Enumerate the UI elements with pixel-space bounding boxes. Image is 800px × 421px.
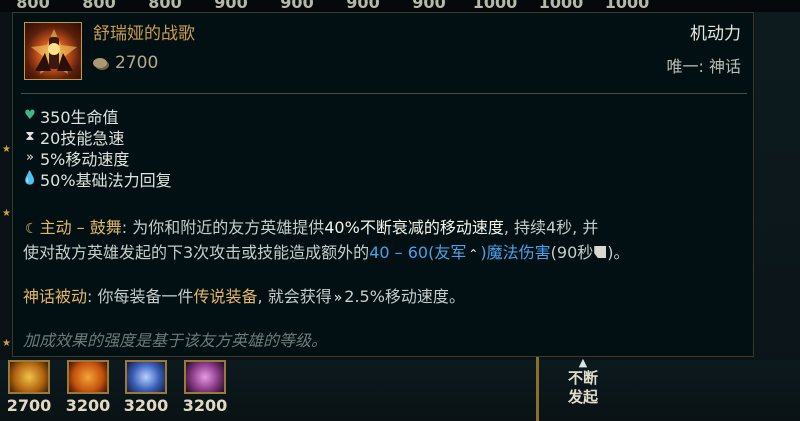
divider: [21, 93, 747, 94]
item-icon: [24, 22, 82, 80]
movement-speed-icon: »: [333, 290, 343, 306]
background-price: 900: [412, 0, 446, 12]
side-item-text: 不断: [567, 369, 598, 387]
text-fragment: 为你和附近的友方英雄提供: [132, 218, 325, 237]
background-shop-row: [0, 360, 800, 421]
background-price: 1000: [538, 0, 584, 12]
shop-item-price: 3200: [123, 396, 169, 415]
stat-row: 💧 50%基础法力回复: [21, 168, 172, 190]
background-top-bar: 800 800 800 900 900 900 900 1000 1000 10…: [0, 0, 800, 12]
heart-icon: ♥: [24, 108, 36, 123]
background-price: 800: [16, 0, 50, 12]
item-category: 机动力: [690, 24, 741, 44]
item-unique-tag: 唯一: 神话: [666, 57, 741, 76]
text-fragment: )。: [607, 243, 630, 262]
stat-row: ♥ 350生命值: [23, 105, 172, 127]
shop-item-icon: [184, 360, 226, 394]
text-fragment: , 持续4秒, 并: [503, 218, 599, 237]
background-price: 1000: [472, 0, 518, 12]
active-ability-label: 主动 – 鼓舞: [39, 218, 122, 237]
highlight-text: 传说装备: [193, 287, 258, 306]
shop-item[interactable]: 2700: [6, 360, 52, 415]
cooldown-icon: [594, 246, 607, 258]
stat-row: ⧗ 20技能急速: [23, 126, 172, 148]
cooldown-text: (90秒: [550, 243, 594, 262]
shop-item[interactable]: 3200: [182, 360, 228, 415]
side-item-panel: ▲ 不断 发起: [563, 356, 603, 407]
text-fragment: 。: [448, 287, 465, 306]
stat-row: » 5%移动速度: [23, 147, 172, 169]
gold-coin-icon: [93, 58, 107, 68]
star-icon: ★: [2, 338, 11, 349]
shop-item-icon: [125, 360, 167, 394]
shop-item-price: 3200: [65, 396, 111, 415]
text-fragment: 2.5%移动速度: [344, 287, 449, 306]
background-price: 1000: [604, 0, 650, 12]
star-icon: ★: [2, 208, 11, 219]
item-name: 舒瑞娅的战歌: [93, 24, 195, 44]
shop-item[interactable]: 3200: [123, 360, 169, 415]
background-price: 900: [280, 0, 314, 12]
text-fragment: , 就会获得: [257, 287, 332, 306]
magic-damage-text: )魔法伤害: [480, 243, 551, 262]
shop-item-price: 2700: [6, 396, 52, 415]
background-price: 800: [148, 0, 182, 12]
highlight-text: 40%不断衰减的移动速度: [324, 218, 504, 237]
upgrade-icon: ▲: [578, 356, 588, 369]
mana-regen-icon: 💧: [21, 171, 39, 186]
mythic-passive-label: 神话被动: [23, 287, 88, 306]
footnote: 加成效果的强度是基于该友方英雄的等级。: [23, 331, 328, 350]
side-item-text: 发起: [567, 388, 598, 406]
background-price: 900: [346, 0, 380, 12]
background-divider: [536, 355, 539, 421]
movement-speed-icon: »: [26, 150, 34, 165]
active-ability-icon: ☾: [25, 221, 38, 237]
background-price: 800: [82, 0, 116, 12]
item-tooltip: 舒瑞娅的战歌 2700 机动力 唯一: 神话 ♥ 350生命值 ⧗ 20技能急速…: [12, 12, 754, 357]
active-ability-description: ☾ 主动 – 鼓舞: 为你和附近的友方英雄提供40%不断衰减的移动速度, 持续4秒…: [23, 216, 630, 266]
background-price: 900: [214, 0, 248, 12]
shop-item-icon: [67, 360, 109, 394]
shop-item-icon: [8, 360, 50, 394]
ally-scaling-icon: ⌃: [468, 247, 479, 261]
shop-item[interactable]: 3200: [65, 360, 111, 415]
text-fragment: :: [121, 218, 128, 237]
star-icon: ★: [2, 144, 11, 155]
stat-text: 50%基础法力回复: [40, 170, 172, 190]
item-cost-value: 2700: [115, 53, 159, 73]
text-fragment: 使对敌方英雄发起的下3次攻击或技能造成额外的: [23, 243, 370, 262]
background-price-row: 800 800 800 900 900 900 900 1000 1000 10…: [0, 0, 660, 12]
item-cost: 2700: [93, 53, 158, 73]
stats-list: ♥ 350生命值 ⧗ 20技能急速 » 5%移动速度 💧 50%基础法力回复: [21, 105, 172, 190]
shop-item-price: 3200: [182, 396, 228, 415]
magic-damage-text: 40 – 60(友军: [369, 243, 467, 262]
text-fragment: : 你每装备一件: [87, 287, 194, 306]
mythic-passive-description: 神话被动: 你每装备一件传说装备, 就会获得» 2.5%移动速度。: [23, 285, 465, 310]
hourglass-icon: ⧗: [25, 129, 35, 144]
